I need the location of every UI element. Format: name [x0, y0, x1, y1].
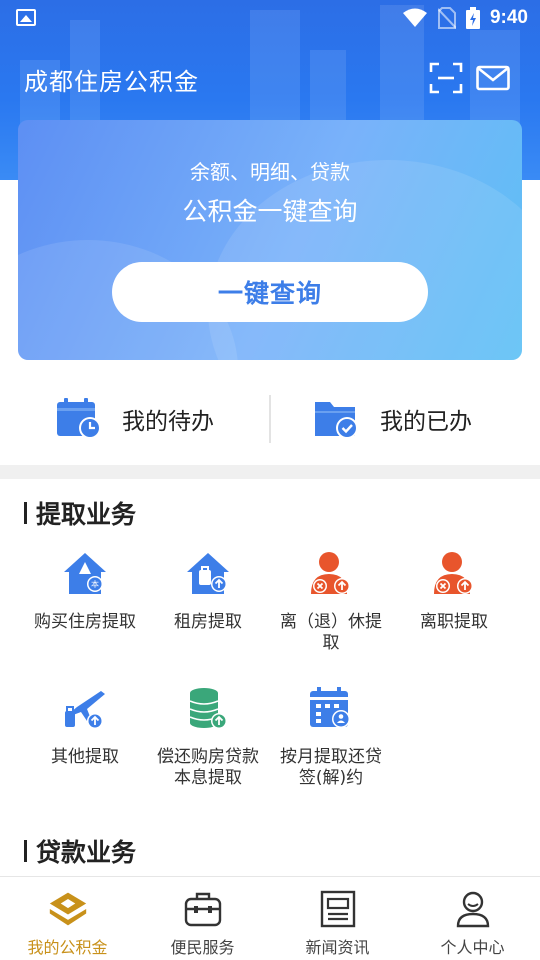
- svg-text:本: 本: [91, 579, 99, 589]
- app-root: 9:40 成都住房公积金 余额、明细、贷款 公积金一键查询 一键查询 我的待办 …: [0, 0, 540, 960]
- toolbox-icon: [184, 892, 221, 927]
- withdrawal-title-text: 提取业务: [36, 500, 137, 529]
- nav-my-fund[interactable]: 我的公积金: [0, 877, 135, 960]
- service-resign[interactable]: 离职提取: [392, 550, 516, 633]
- service-label: 按月提取还贷签(解)约: [280, 747, 382, 788]
- one-click-query-button[interactable]: 一键查询: [112, 262, 428, 322]
- divider: [269, 395, 271, 443]
- nav-news[interactable]: 新闻资讯: [270, 877, 405, 960]
- loan-title-text: 贷款业务: [36, 838, 137, 867]
- nav-label: 我的公积金: [27, 938, 108, 957]
- nav-label: 新闻资讯: [305, 938, 370, 957]
- no-sim-icon: [437, 7, 456, 29]
- task-row: 我的待办 我的已办: [0, 375, 540, 463]
- app-title: 成都住房公积金: [24, 68, 199, 96]
- calendar-sign-icon: [310, 687, 350, 728]
- house-purchase-icon: 本: [64, 553, 106, 594]
- nav-label: 便民服务: [170, 938, 235, 957]
- loan-section-title: 贷款业务: [24, 836, 137, 867]
- mail-icon[interactable]: [476, 62, 510, 94]
- query-card: 余额、明细、贷款 公积金一键查询 一键查询: [18, 120, 522, 360]
- resign-person-icon: [434, 552, 473, 594]
- query-card-title: 公积金一键查询: [182, 197, 358, 226]
- service-other[interactable]: 其他提取: [23, 685, 147, 768]
- travel-plane-icon: [65, 691, 105, 729]
- scan-icon[interactable]: [429, 62, 463, 94]
- my-todo-button[interactable]: 我的待办: [56, 375, 214, 463]
- folder-check-icon: [315, 402, 358, 439]
- news-icon: [320, 890, 355, 928]
- battery-charging-icon: [465, 7, 480, 29]
- wifi-icon: [402, 8, 427, 27]
- service-label: 租房提取: [174, 612, 242, 632]
- my-done-button[interactable]: 我的已办: [314, 375, 472, 463]
- nav-services[interactable]: 便民服务: [135, 877, 270, 960]
- person-icon: [456, 891, 489, 928]
- my-todo-label: 我的待办: [122, 409, 214, 435]
- service-label: 购买住房提取: [34, 612, 136, 632]
- image-notification-icon: [16, 9, 36, 26]
- service-label: 偿还购房贷款本息提取: [157, 747, 259, 788]
- withdrawal-section-title: 提取业务: [24, 498, 137, 529]
- service-label: 离（退）休提取: [280, 612, 382, 653]
- service-label: 离职提取: [420, 612, 488, 632]
- rent-house-icon: [187, 553, 229, 594]
- service-label: 其他提取: [51, 747, 119, 767]
- calendar-clock-icon: [57, 398, 101, 439]
- nav-personal[interactable]: 个人中心: [405, 877, 540, 960]
- bottom-nav: 我的公积金 便民服务 新闻资讯 个人中心: [0, 876, 540, 960]
- service-loan-repay[interactable]: 偿还购房贷款本息提取: [146, 685, 270, 789]
- service-monthly-sign[interactable]: 按月提取还贷签(解)约: [269, 685, 393, 789]
- service-house-purchase[interactable]: 本 购买住房提取: [23, 550, 147, 633]
- service-retire[interactable]: 离（退）休提取: [269, 550, 393, 654]
- clock-time: 9:40: [489, 7, 528, 28]
- retire-person-icon: [311, 552, 350, 594]
- service-rent-house[interactable]: 租房提取: [146, 550, 270, 633]
- nav-label: 个人中心: [440, 938, 505, 957]
- query-card-subtitle: 余额、明细、贷款: [190, 160, 350, 184]
- section-separator: [0, 465, 540, 479]
- coin-stack-icon: [189, 688, 227, 729]
- fund-logo-icon: [49, 892, 86, 926]
- my-done-label: 我的已办: [380, 409, 472, 435]
- status-bar: 9:40: [0, 0, 540, 36]
